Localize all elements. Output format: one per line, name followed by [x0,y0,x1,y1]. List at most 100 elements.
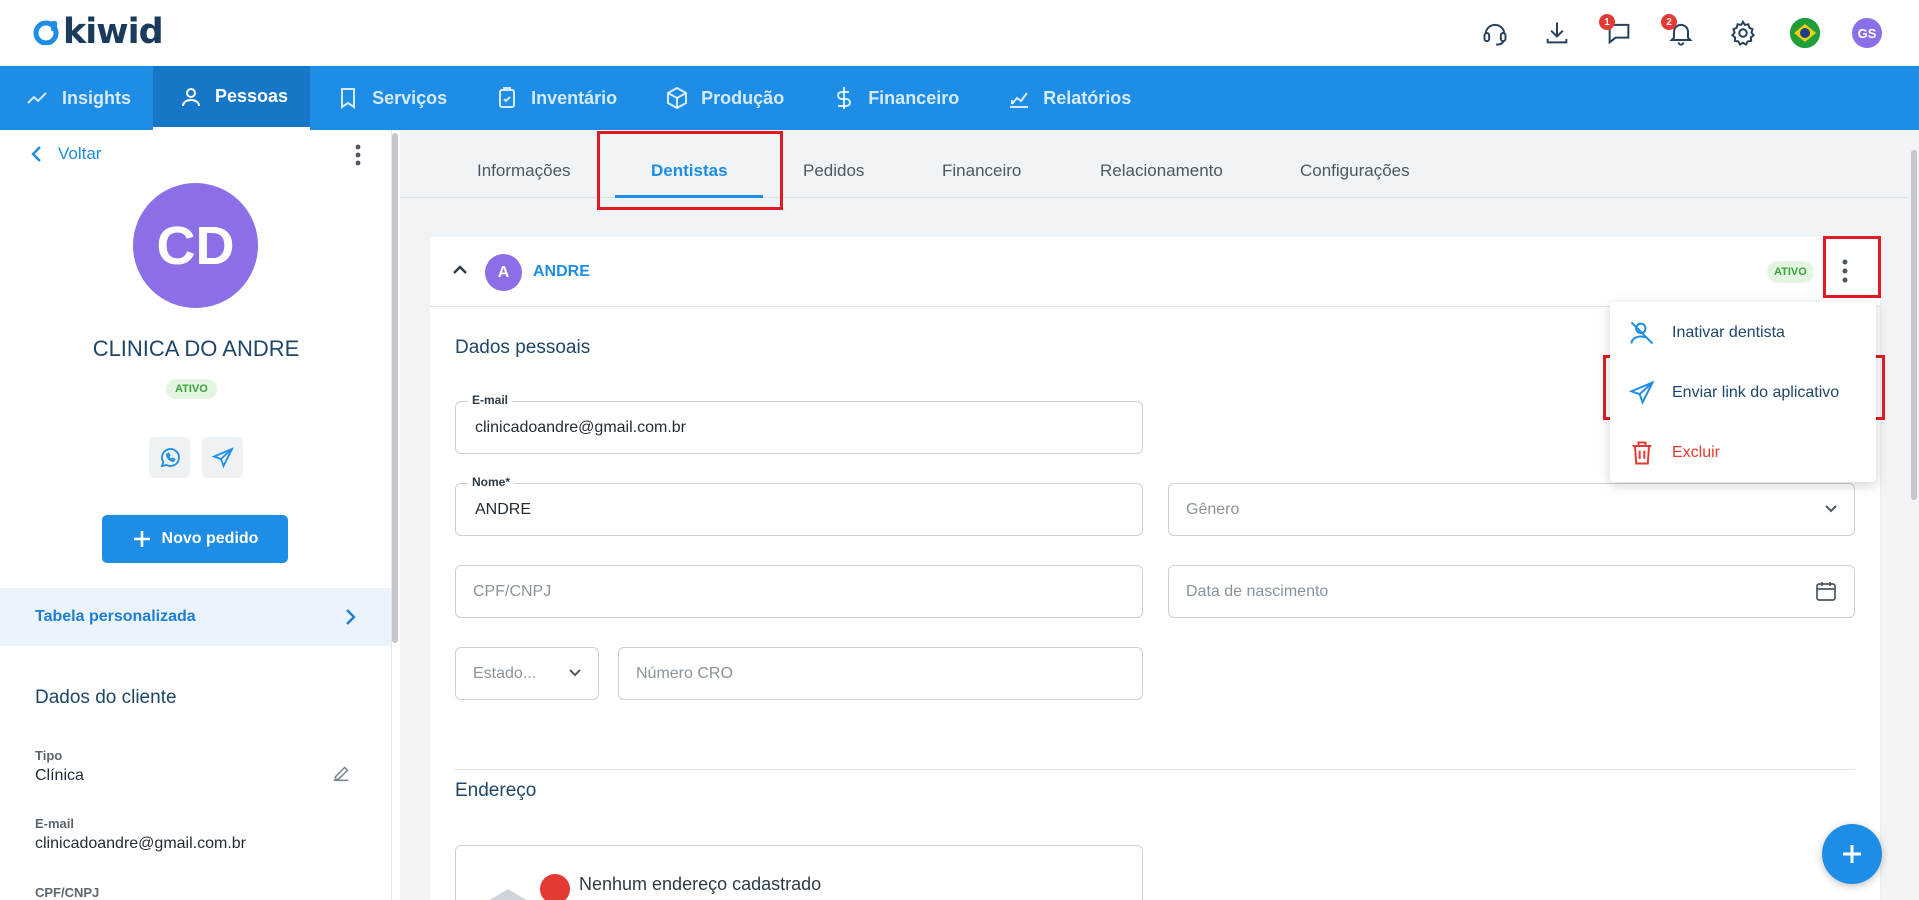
back-button[interactable]: Voltar [30,144,101,164]
notification-badge: 2 [1661,14,1677,30]
whatsapp-icon [160,447,180,467]
dentist-card-header[interactable]: A ANDRE ATIVO [430,237,1880,307]
plus-icon [133,531,150,547]
send-icon [211,446,234,468]
highlight-tab-dentistas [597,131,783,210]
tooth-icon [341,88,356,109]
dollar-icon [837,87,852,109]
menu-label: Enviar link do aplicativo [1672,384,1840,401]
plus-icon [1843,845,1861,863]
client-sidebar: Voltar CD CLINICA DO ANDRE ATIVO Novo pe… [0,130,392,900]
brazil-flag-icon[interactable] [1789,17,1821,49]
name-value: ANDRE [475,501,532,518]
personal-data-title: Dados pessoais [455,337,591,358]
insights-icon [27,92,47,104]
nav-item-insights[interactable]: Insights [0,66,153,130]
house-icon [483,886,533,900]
tab-financeiro[interactable]: Financeiro [942,161,1021,181]
custom-table-link[interactable]: Tabela personalizada [0,588,391,646]
logo-text: kiwid [63,12,164,52]
client-avatar: CD [133,183,258,308]
main-content: Informações Dentistas Pedidos Financeiro… [400,130,1919,900]
state-select[interactable]: Estado... [455,647,599,700]
top-header: kiwid 1 2 GS [0,0,1919,66]
calendar-icon[interactable] [1814,579,1838,603]
nav-label: Pessoas [215,86,289,106]
birthdate-field[interactable]: Data de nascimento [1168,565,1855,618]
user-avatar[interactable]: GS [1851,17,1883,49]
headset-icon[interactable] [1479,17,1511,49]
thumbs-down-icon [540,874,570,900]
chevron-down-icon [568,668,582,678]
menu-item-delete[interactable]: Excluir [1610,424,1876,482]
tab-relacionamento[interactable]: Relacionamento [1100,161,1223,181]
tab-configuracoes[interactable]: Configurações [1300,161,1410,181]
menu-label: Inativar dentista [1672,324,1785,341]
field-label-tipo: Tipo [35,748,63,763]
tab-informacoes[interactable]: Informações [477,161,571,181]
tab-pedidos[interactable]: Pedidos [803,161,864,181]
nav-item-relatorios[interactable]: Relatórios [981,66,1153,130]
address-title: Endereço [455,780,537,801]
kiwid-logo[interactable]: kiwid [33,12,164,52]
logo-mark-icon [33,20,59,45]
new-order-button[interactable]: Novo pedido [102,515,288,563]
menu-label: Excluir [1672,444,1721,461]
dentist-actions-menu: Inativar dentista Enviar link do aplicat… [1610,302,1876,482]
email-label: E-mail [468,393,513,407]
chat-badge: 1 [1599,14,1615,30]
nav-item-financeiro[interactable]: Financeiro [806,66,981,130]
email-field[interactable]: E-mail clinicadoandre@gmail.com.br [455,393,1143,454]
download-icon[interactable] [1541,17,1573,49]
chat-icon[interactable]: 1 [1599,14,1635,49]
user-initials: GS [1852,18,1882,48]
person-icon [182,87,201,106]
nav-label: Relatórios [1043,87,1132,108]
nav-label: Serviços [372,87,448,108]
new-order-label: Novo pedido [161,530,259,547]
name-field[interactable]: Nome* ANDRE [455,475,1143,536]
cro-placeholder: Número CRO [636,665,733,682]
chevron-up-icon[interactable] [452,263,468,275]
chevron-left-icon [31,146,41,162]
cpf-field[interactable]: CPF/CNPJ [455,565,1143,618]
send-icon [1628,380,1655,405]
bell-icon[interactable]: 2 [1661,14,1697,49]
menu-item-inactivate[interactable]: Inativar dentista [1610,304,1876,362]
field-value-tipo: Clínica [35,767,84,784]
box-icon [667,86,688,110]
trash-icon [1632,441,1652,465]
nav-item-producao[interactable]: Produção [639,66,806,130]
menu-item-send-link[interactable]: Enviar link do aplicativo [1610,364,1876,422]
birthdate-placeholder: Data de nascimento [1186,583,1329,600]
header-actions: 1 2 GS [1479,13,1883,53]
dentist-name[interactable]: ANDRE [533,263,590,281]
nav-item-inventario[interactable]: Inventário [469,66,639,130]
field-label-cpf: CPF/CNPJ [35,885,100,900]
main-scrollbar[interactable] [1911,150,1917,500]
send-button[interactable] [202,437,243,478]
clipboard-icon [499,87,516,108]
nav-label: Insights [62,87,132,108]
chevron-down-icon [1824,504,1838,514]
nav-item-servicos[interactable]: Serviços [310,66,469,130]
back-label: Voltar [58,144,102,163]
person-off-icon [1630,321,1654,345]
main-nav: Insights Pessoas Serviços Inventário Pro… [0,66,1919,130]
whatsapp-button[interactable] [149,437,190,478]
name-label: Nome* [468,475,515,489]
edit-icon[interactable] [330,762,352,784]
add-fab-button[interactable] [1822,824,1882,884]
cro-field[interactable]: Número CRO [618,647,1143,700]
sidebar-scrollbar[interactable] [392,133,398,643]
empty-address-text: Nenhum endereço cadastrado [579,874,822,894]
nav-item-pessoas[interactable]: Pessoas [153,66,311,130]
dentist-avatar: A [485,254,522,291]
gender-select[interactable]: Gênero [1168,483,1855,536]
gear-icon[interactable] [1727,17,1759,49]
sidebar-more-icon[interactable] [355,144,361,166]
field-label-email: E-mail [35,816,75,831]
nav-label: Financeiro [868,87,960,108]
chevron-right-icon [346,609,356,625]
highlight-more-button [1823,236,1881,298]
